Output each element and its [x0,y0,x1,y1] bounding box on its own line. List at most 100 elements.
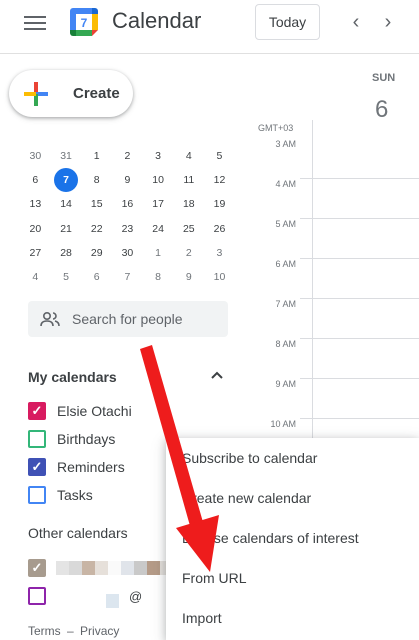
chevron-up-icon[interactable] [210,370,224,380]
mini-calendar-day[interactable]: 19 [204,192,235,216]
hour-gridline [300,378,419,379]
mini-calendar-day[interactable]: 15 [81,192,112,216]
mini-calendar-day[interactable]: 10 [204,265,235,289]
mini-calendar-day[interactable]: 4 [20,265,51,289]
chevron-left-icon[interactable]: ‹ [346,10,366,34]
create-button[interactable]: Create [9,70,133,117]
other-calendar-item[interactable]: ✓ [28,558,173,578]
mini-calendar-day[interactable]: 30 [20,144,51,168]
mini-month-calendar: 30 31 1 2 3 4 5 6 7 8 9 10 11 12 13 14 15 16 17 18 19 20 21 22 2… [20,144,235,289]
my-calendar-item[interactable]: ✓ Elsie Otachi [28,401,132,421]
day-number[interactable]: 6 [375,96,388,124]
mini-calendar-day[interactable]: 8 [81,168,112,192]
add-calendar-menu: Subscribe to calendar Create new calenda… [166,438,419,640]
my-calendars-title[interactable]: My calendars [28,369,117,385]
calendar-label: Tasks [57,487,93,503]
mini-calendar-day[interactable]: 9 [173,265,204,289]
menu-item-subscribe[interactable]: Subscribe to calendar [182,446,317,470]
mini-calendar-day[interactable]: 28 [51,241,82,265]
menu-item-from-url[interactable]: From URL [182,566,247,590]
hour-gridline [300,418,419,419]
menu-item-create-new[interactable]: Create new calendar [182,486,311,510]
search-people-input[interactable]: Search for people [28,301,228,337]
timezone-label: GMT+03 [258,123,294,133]
footer-links: Terms – Privacy [28,624,119,638]
checkbox-checked-icon[interactable]: ✓ [28,458,46,476]
mini-calendar-day[interactable]: 20 [20,217,51,241]
mini-calendar-day[interactable]: 1 [81,144,112,168]
mini-calendar-day[interactable]: 10 [143,168,174,192]
mini-calendar-day[interactable]: 14 [51,192,82,216]
menu-item-browse[interactable]: Browse calendars of interest [182,526,359,550]
my-calendar-item[interactable]: Birthdays [28,429,115,449]
mini-calendar-day[interactable]: 26 [204,217,235,241]
mini-calendar-day[interactable]: 2 [112,144,143,168]
chevron-right-icon[interactable]: › [378,10,398,34]
mini-calendar-day[interactable]: 25 [173,217,204,241]
mini-calendar-day[interactable]: 8 [143,265,174,289]
calendar-label: Reminders [57,459,125,475]
mini-calendar-day[interactable]: 11 [173,168,204,192]
checkbox-checked-icon[interactable]: ✓ [28,402,46,420]
time-label: 4 AM [275,179,296,189]
other-calendar-item[interactable]: @ [28,586,143,608]
mini-calendar-day[interactable]: 24 [143,217,174,241]
mini-calendar-day[interactable]: 9 [112,168,143,192]
menu-item-import[interactable]: Import [182,606,222,630]
calendar-label: Elsie Otachi [57,403,132,419]
mini-calendar-today[interactable]: 7 [51,168,82,193]
main-menu-icon[interactable] [24,13,46,31]
time-label: 7 AM [275,299,296,309]
mini-calendar-day[interactable]: 5 [51,265,82,289]
mini-calendar-week: 4 5 6 7 8 9 10 [20,265,235,289]
time-label: 8 AM [275,339,296,349]
mini-calendar-day[interactable]: 30 [112,241,143,265]
mini-calendar-day[interactable]: 12 [204,168,235,192]
mini-calendar-day[interactable]: 6 [20,168,51,192]
mini-calendar-day[interactable]: 31 [51,144,82,168]
create-plus-icon [24,81,48,106]
mini-calendar-day[interactable]: 18 [173,192,204,216]
people-icon [40,311,60,327]
privacy-link[interactable]: Privacy [80,624,119,638]
terms-link[interactable]: Terms [28,624,61,638]
time-label: 10 AM [270,419,296,429]
other-calendar-suffix: @ [129,588,143,604]
checkbox-checked-icon[interactable]: ✓ [28,559,46,577]
mini-calendar-day[interactable]: 13 [20,192,51,216]
mini-calendar-week: 6 7 8 9 10 11 12 [20,168,235,193]
create-label: Create [73,85,120,102]
mini-calendar-day[interactable]: 6 [81,265,112,289]
time-label: 9 AM [275,379,296,389]
checkbox-unchecked-icon[interactable] [28,587,46,605]
app-title: Calendar [112,8,202,33]
other-calendars-title[interactable]: Other calendars [28,525,128,541]
checkbox-unchecked-icon[interactable] [28,486,46,504]
mini-calendar-day[interactable]: 1 [143,241,174,265]
mini-calendar-week: 27 28 29 30 1 2 3 [20,241,235,265]
day-of-week: SUN [372,72,396,84]
mini-calendar-day[interactable]: 3 [204,241,235,265]
mini-calendar-day[interactable]: 23 [112,217,143,241]
mini-calendar-day[interactable]: 22 [81,217,112,241]
mini-calendar-day[interactable]: 3 [143,144,174,168]
hour-gridline [300,298,419,299]
search-people-placeholder: Search for people [72,311,183,327]
mini-calendar-day[interactable]: 5 [204,144,235,168]
mini-calendar-day[interactable]: 16 [112,192,143,216]
calendar-app: 7 Calendar Today ‹ › Create SUN 6 30 31 1 2… [0,0,419,640]
mini-calendar-day[interactable]: 21 [51,217,82,241]
mini-calendar-day[interactable]: 29 [81,241,112,265]
mini-calendar-day[interactable]: 27 [20,241,51,265]
checkbox-unchecked-icon[interactable] [28,430,46,448]
mini-calendar-day[interactable]: 2 [173,241,204,265]
today-button[interactable]: Today [255,4,320,40]
mini-calendar-day[interactable]: 17 [143,192,174,216]
my-calendar-item[interactable]: Tasks [28,485,93,505]
calendar-label: Birthdays [57,431,116,447]
mini-calendar-day[interactable]: 4 [173,144,204,168]
my-calendar-item[interactable]: ✓ Reminders [28,457,125,477]
hour-gridline [300,338,419,339]
calendar-logo-icon[interactable]: 7 [68,6,100,38]
mini-calendar-day[interactable]: 7 [112,265,143,289]
